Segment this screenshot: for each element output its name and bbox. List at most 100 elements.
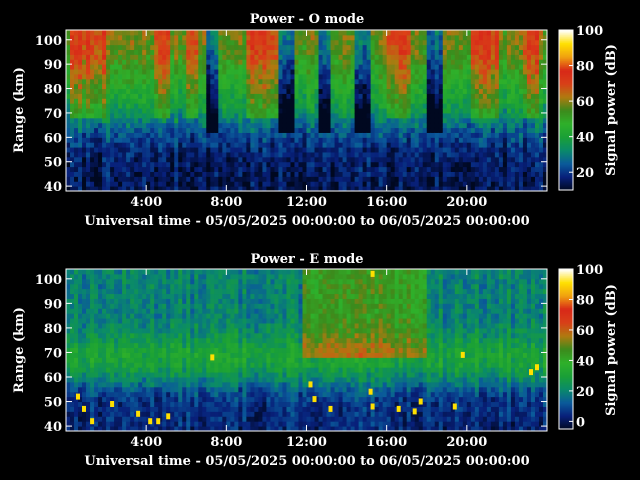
- heatmap-cell: [130, 416, 135, 422]
- heatmap-cell: [142, 127, 147, 133]
- heatmap-cell: [538, 176, 544, 182]
- heatmap-cell: [94, 391, 99, 398]
- heatmap-cell: [106, 122, 111, 129]
- heatmap-cell: [310, 112, 316, 119]
- heatmap-cell: [418, 69, 424, 75]
- heatmap-cell: [490, 83, 496, 90]
- heatmap-cell: [410, 64, 416, 70]
- heatmap-cell: [378, 69, 384, 75]
- heatmap-cell: [110, 386, 115, 393]
- heatmap-cell: [114, 391, 119, 398]
- heatmap-cell: [354, 122, 360, 129]
- heatmap-cell: [466, 83, 472, 90]
- heatmap-cell: [66, 103, 71, 109]
- heatmap-cell: [398, 132, 404, 138]
- heatmap-cell: [518, 39, 524, 46]
- heatmap-cell: [322, 171, 328, 177]
- heatmap-cell: [470, 88, 476, 94]
- heatmap-cell: [322, 166, 328, 172]
- heatmap-cell: [414, 78, 420, 85]
- heatmap-cell: [290, 49, 295, 55]
- heatmap-cell: [290, 69, 295, 75]
- heatmap-cell: [462, 93, 468, 99]
- heatmap-cell: [146, 396, 151, 403]
- heatmap-cell: [442, 147, 448, 153]
- heatmap-cell: [230, 108, 235, 114]
- heatmap-cell: [394, 161, 400, 168]
- heatmap-cell: [138, 347, 143, 353]
- heatmap-cell: [242, 176, 247, 182]
- heatmap-cell: [410, 181, 416, 187]
- heatmap-cell: [526, 103, 532, 109]
- heatmap-cell: [502, 78, 508, 85]
- heatmap-cell: [202, 166, 207, 172]
- heatmap-cell: [334, 34, 340, 41]
- heatmap-cell: [294, 181, 299, 187]
- heatmap-cell: [238, 54, 243, 60]
- heatmap-cell: [110, 273, 115, 280]
- heatmap-cell: [318, 166, 324, 172]
- heatmap-cell: [246, 103, 251, 109]
- heatmap-cell: [118, 181, 123, 187]
- heatmap-cell: [86, 327, 91, 334]
- heatmap-cell: [414, 176, 420, 182]
- heatmap-cell: [102, 49, 107, 55]
- heatmap-cell: [182, 166, 187, 172]
- heatmap-cell: [118, 30, 123, 36]
- heatmap-cell: [398, 137, 404, 143]
- heatmap-cell: [134, 386, 139, 393]
- heatmap-cell: [302, 93, 307, 99]
- heatmap-cell: [358, 127, 364, 133]
- heatmap-cell: [86, 411, 91, 417]
- heatmap-cell: [146, 137, 151, 143]
- heatmap-cell: [482, 161, 488, 168]
- heatmap-cell: [258, 78, 263, 85]
- heatmap-cell: [110, 342, 115, 349]
- heatmap-cell: [462, 54, 468, 60]
- heatmap-cell: [518, 108, 524, 114]
- heatmap-cell: [486, 93, 492, 99]
- heatmap-cell: [106, 337, 111, 344]
- heatmap-cell: [350, 44, 356, 51]
- heatmap-cell: [246, 88, 251, 94]
- heatmap-cell: [246, 137, 251, 143]
- heatmap-cell: [370, 34, 376, 41]
- heatmap-cell: [182, 49, 187, 55]
- heatmap-cell: [262, 161, 267, 168]
- heatmap-cell: [318, 137, 324, 143]
- heatmap-cell: [274, 122, 279, 129]
- heatmap-cell: [394, 176, 400, 182]
- heatmap-cell: [234, 117, 239, 124]
- heatmap-cell: [114, 367, 119, 373]
- heatmap-cell: [262, 88, 267, 94]
- heatmap-cell: [134, 391, 139, 398]
- heatmap-cell: [310, 147, 316, 153]
- heatmap-cell: [522, 34, 528, 41]
- heatmap-cell: [122, 166, 127, 172]
- heatmap-cell: [130, 69, 135, 75]
- heatmap-cell: [94, 156, 99, 163]
- heatmap-cell: [118, 323, 123, 329]
- heatmap-cell: [170, 337, 175, 344]
- heatmap-cell: [466, 108, 472, 114]
- heatmap-cell: [282, 83, 287, 90]
- heatmap-cell: [206, 103, 211, 109]
- heatmap-cell: [94, 112, 99, 119]
- heatmap-cell: [366, 176, 372, 182]
- heatmap-cell: [170, 342, 175, 349]
- heatmap-cell: [174, 142, 179, 148]
- heatmap-cell: [502, 166, 508, 172]
- heatmap-cell: [434, 176, 440, 182]
- heatmap-cell: [82, 151, 87, 158]
- heatmap-cell: [402, 117, 408, 124]
- heatmap-cell: [106, 411, 111, 417]
- heatmap-cell: [342, 122, 348, 129]
- heatmap-cell: [302, 69, 307, 75]
- heatmap-cell: [534, 34, 540, 41]
- heatmap-cell: [502, 171, 508, 177]
- heatmap-cell: [406, 166, 412, 172]
- heatmap-cell: [250, 171, 255, 177]
- heatmap-cell: [462, 117, 468, 124]
- heatmap-cell: [482, 147, 488, 153]
- heatmap-cell: [530, 54, 536, 60]
